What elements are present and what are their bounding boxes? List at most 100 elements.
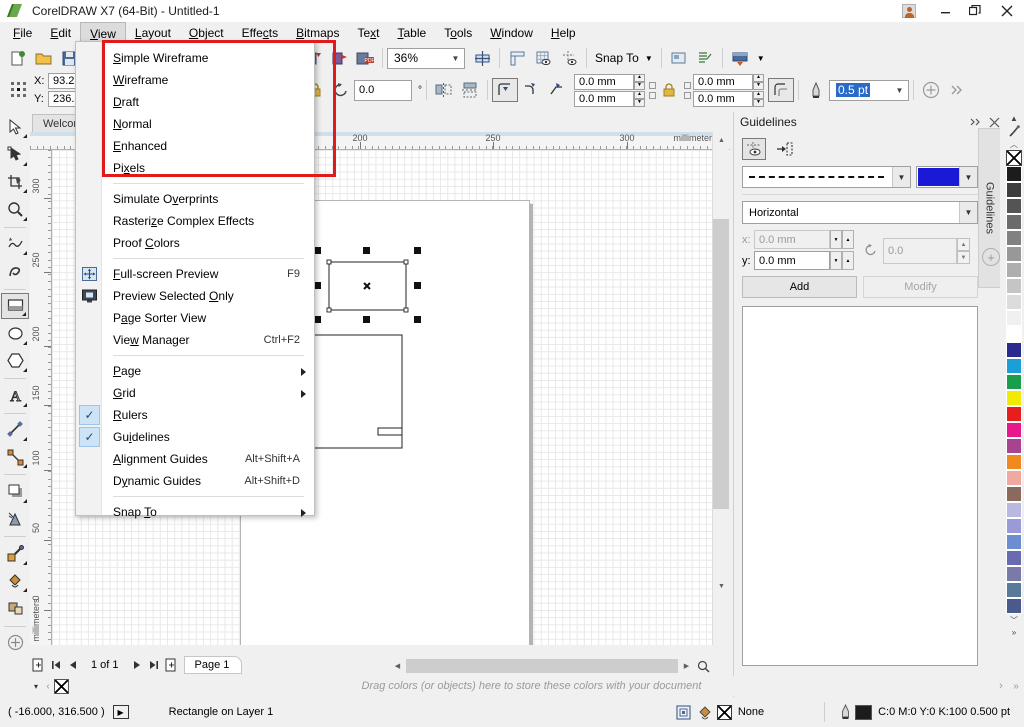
menu-item-normal[interactable]: Normal [76,113,314,135]
menu-item-preview-selected-only[interactable]: Preview Selected Only [76,285,314,307]
doc-palette-prev-icon[interactable]: ‹ [42,681,54,692]
chevron-double-right-icon[interactable] [944,78,970,102]
vertical-ruler[interactable]: 300 250 200 150 100 50 0 millimeters [30,150,52,645]
zoom-level-combo[interactable]: 36% ▼ [387,47,465,69]
snap-to-dropdown[interactable]: Snap To ▼ [591,51,657,65]
connector-line-icon[interactable] [1,444,29,470]
first-page-icon[interactable] [47,656,64,674]
mirror-vertical-icon[interactable] [457,78,483,102]
palette-swatch[interactable] [1006,486,1022,502]
restore-button[interactable] [960,0,990,22]
pdf-icon[interactable]: PDF [352,46,378,70]
palette-swatch[interactable] [1006,406,1022,422]
chevron-down-icon[interactable]: ▼ [645,54,653,63]
eyedropper-icon[interactable] [1,540,29,566]
doc-palette-next-icon[interactable]: › [994,680,1008,692]
crop-tool[interactable] [1,169,29,195]
page-tab-page1[interactable]: Page 1 [183,656,243,674]
guideline-x-field[interactable]: 0.0 mm [754,230,830,249]
chevron-down-icon[interactable]: ▼ [959,167,977,187]
corner-radius-3-field[interactable]: 0.0 mm [693,73,753,90]
menu-item-full-screen-preview[interactable]: Full-screen Preview F9 [76,263,314,285]
plus-circle-icon[interactable] [1,630,29,656]
minimize-button[interactable] [930,0,960,22]
palette-scroll-down-icon[interactable]: ﹀ [1004,614,1024,626]
scroll-right-arrow-icon[interactable]: ▶ [679,658,694,674]
palette-swatch[interactable] [1006,278,1022,294]
menu-window[interactable]: Window [481,23,542,44]
corner-radius-4-spinner[interactable]: ▲ ▼ [753,90,764,107]
palette-swatch[interactable] [1006,326,1022,342]
scroll-up-arrow-icon[interactable]: ▲ [713,132,730,149]
freehand-tool[interactable] [1,231,29,257]
rotation-angle-field[interactable]: 0.0 [354,79,412,101]
guidelines-list[interactable] [742,306,978,666]
show-rulers-icon[interactable] [504,46,530,70]
canvas-vertical-scrollbar[interactable]: ▲ ▼ [712,132,730,645]
menu-item-alignment-guides[interactable]: Alignment Guides Alt+Shift+A [76,448,314,470]
snap-status-icon[interactable] [673,704,695,720]
menu-text[interactable]: Text [348,23,388,44]
menu-item-proof-colors[interactable]: Proof Colors [76,232,314,254]
canvas-horizontal-scrollbar[interactable]: ◀ ▶ [390,658,712,674]
palette-scroll-up-icon[interactable]: ▲ [1004,112,1024,124]
corner-square-icon[interactable] [492,78,518,102]
doc-properties-icon[interactable] [692,46,718,70]
fill-color-swatch[interactable] [716,704,732,720]
palette-swatch[interactable] [1006,310,1022,326]
guideline-y-spinner[interactable]: ▼ [830,251,842,270]
eyedropper-icon[interactable] [1006,124,1022,138]
smart-fill-icon[interactable] [1,595,29,621]
outline-width-combo[interactable]: 0.5 pt ▼ [829,79,909,101]
close-button[interactable] [990,0,1024,22]
chevron-down-icon[interactable]: ▼ [959,202,977,223]
guideline-x-spinner[interactable]: ▼ [830,230,842,249]
user-avatar-icon[interactable] [896,0,922,22]
menu-item-rulers[interactable]: ✓ Rulers [76,404,314,426]
expand-arrow-icon[interactable]: ▶ [112,705,129,719]
menu-item-draft[interactable]: Draft [76,91,314,113]
show-guidelines-eye-icon[interactable] [742,138,766,160]
drop-shadow-icon[interactable] [1,478,29,504]
corner-radius-2-field[interactable]: 0.0 mm [574,90,634,107]
fill-bucket-icon[interactable] [1,568,29,594]
view-menu-dropdown[interactable]: Simple Wireframe Wireframe Draft Normal … [75,41,315,519]
rectangle-tool[interactable] [1,292,29,320]
folder-open-icon[interactable] [30,46,56,70]
palette-swatch[interactable] [1006,502,1022,518]
corner-radius-3-spinner[interactable]: ▲ ▼ [753,73,764,90]
corner-radius-4-field[interactable]: 0.0 mm [693,90,753,107]
add-plus-icon[interactable] [918,78,944,102]
add-page-end-icon[interactable] [163,656,180,674]
add-page-start-icon[interactable] [30,656,47,674]
chevron-down-icon[interactable]: ▼ [891,81,908,100]
scroll-left-arrow-icon[interactable]: ◀ [390,658,405,674]
menu-help[interactable]: Help [542,23,585,44]
outline-color-swatch[interactable] [855,704,873,720]
application-launcher-icon[interactable] [727,46,753,70]
scroll-down-arrow-icon[interactable]: ▼ [713,578,730,595]
pick-tool[interactable] [1,114,29,140]
palette-swatch[interactable] [1006,198,1022,214]
artistic-media-tool[interactable] [1,258,29,284]
relative-corner-scale-icon[interactable] [768,78,794,102]
palette-swatch-list[interactable] [1006,150,1022,614]
menu-item-grid[interactable]: Grid [76,382,314,404]
guideline-style-combo[interactable]: ▼ [742,166,911,188]
guideline-y-spinner-up[interactable]: ▲ [842,251,854,270]
dimension-icon[interactable] [1,417,29,443]
last-page-icon[interactable] [146,656,163,674]
palette-swatch[interactable] [1006,374,1022,390]
transparency-icon[interactable] [1,506,29,532]
zoom-fit-page-icon[interactable] [694,658,712,674]
menu-file[interactable]: File [4,23,41,44]
palette-swatch[interactable] [1006,566,1022,582]
palette-swatch[interactable] [1006,214,1022,230]
launcher-chevron-down-icon[interactable]: ▼ [757,54,765,63]
corner-lock-icon[interactable] [656,78,682,102]
menu-item-enhanced[interactable]: Enhanced [76,135,314,157]
guideline-angle-field[interactable]: 0.0 [883,238,957,264]
doc-palette-none-swatch[interactable] [54,678,69,694]
guideline-orientation-combo[interactable]: Horizontal ▼ [742,201,978,224]
palette-swatch[interactable] [1006,470,1022,486]
